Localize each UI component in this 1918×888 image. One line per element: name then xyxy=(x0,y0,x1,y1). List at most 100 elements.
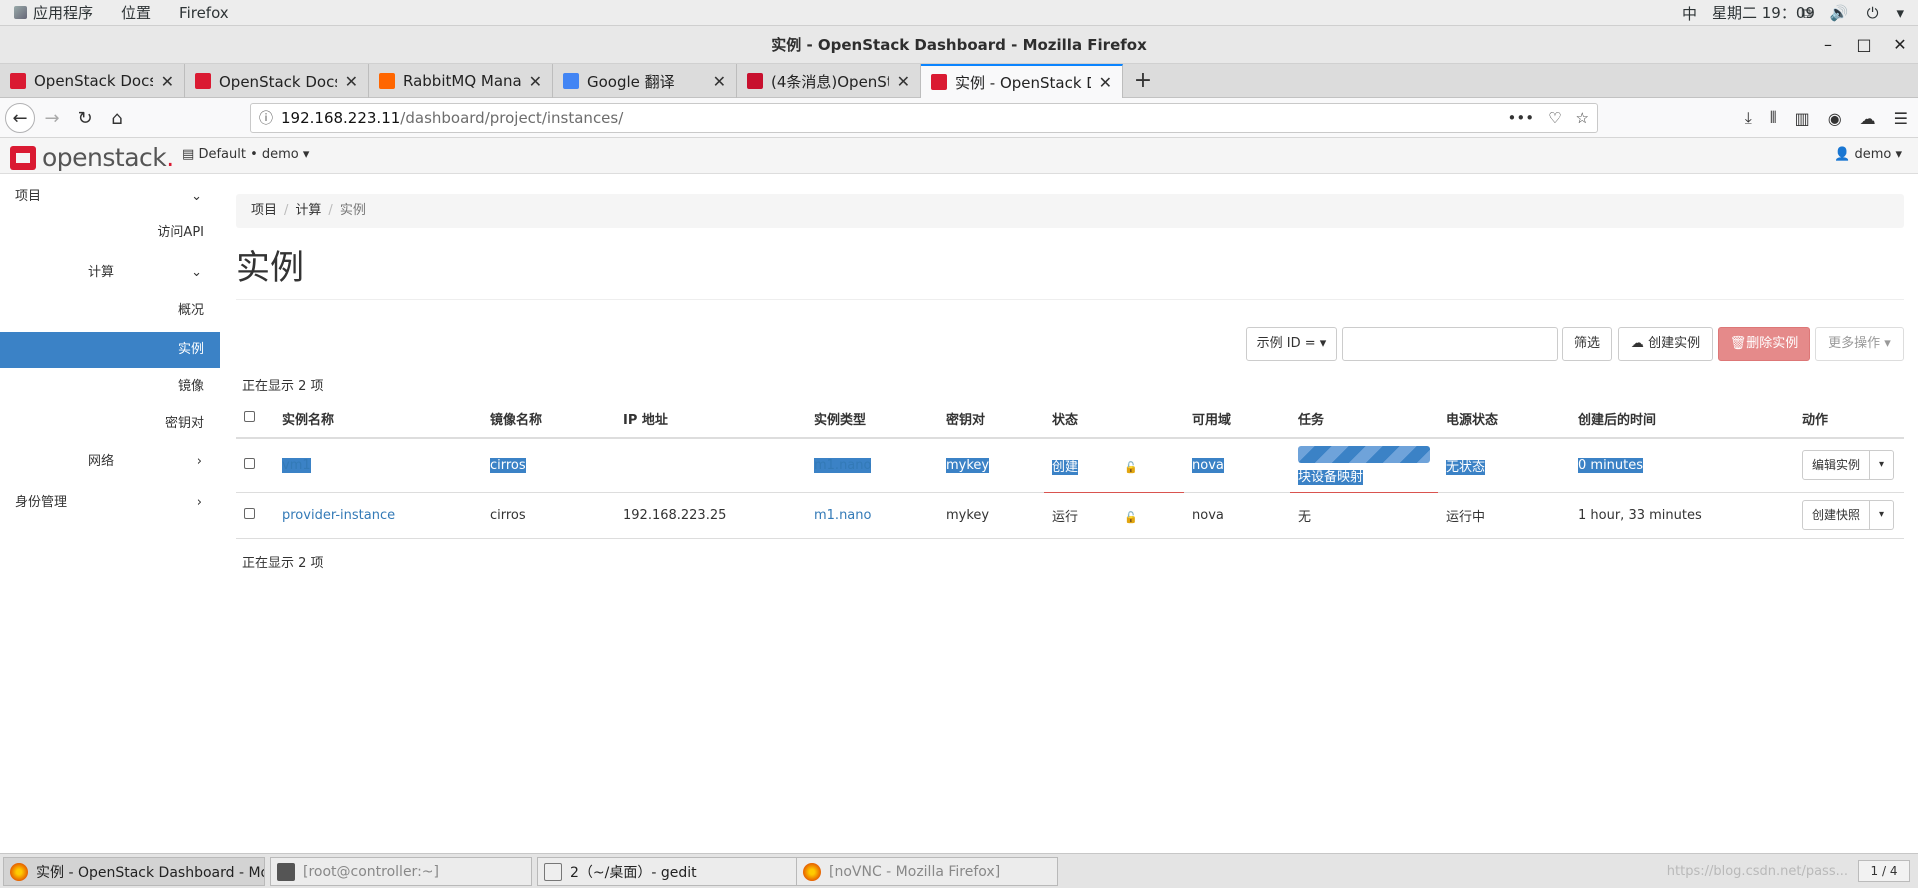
taskbar-item-novnc[interactable]: [noVNC - Mozilla Firefox] xyxy=(796,857,1058,886)
sidebar-icon[interactable]: ▥ xyxy=(1795,109,1810,128)
tab-google-translate[interactable]: Google 翻译 ✕ xyxy=(553,64,737,98)
cell-task: 块设备映射 xyxy=(1290,438,1438,493)
library-icon[interactable]: ⫴ xyxy=(1770,108,1777,128)
col-keypair[interactable]: 密钥对 xyxy=(938,400,1044,439)
flavor-link[interactable]: m1.nano xyxy=(814,457,872,473)
power-icon[interactable]: ⏻ xyxy=(1867,4,1879,22)
tab-close-icon[interactable]: ✕ xyxy=(529,72,542,91)
bookmark-star-icon[interactable]: ☆ xyxy=(1576,109,1589,127)
col-name[interactable]: 实例名称 xyxy=(274,400,482,439)
new-tab-button[interactable]: + xyxy=(1123,64,1163,98)
tab-csdn[interactable]: (4条消息)OpenStack Que ✕ xyxy=(737,64,921,98)
row-select-cell xyxy=(236,438,274,493)
more-actions-button[interactable]: 更多操作 ▾ xyxy=(1815,327,1904,361)
tab-close-icon[interactable]: ✕ xyxy=(713,72,726,91)
network-icon[interactable]: ⧉ xyxy=(1801,4,1812,22)
sidebar-item-network[interactable]: 网络 › xyxy=(0,450,220,474)
info-icon[interactable]: ⓘ xyxy=(251,108,281,128)
window-titlebar: 实例 - OpenStack Dashboard - Mozilla Firef… xyxy=(0,26,1918,64)
taskbar-item-firefox-dashboard[interactable]: 实例 - OpenStack Dashboard - Mo··· xyxy=(3,857,265,886)
sidebar-item-compute[interactable]: 计算 ⌄ xyxy=(0,261,220,285)
reload-button[interactable]: ↻ xyxy=(71,104,99,132)
sidebar-item-label: 密钥对 xyxy=(164,416,204,431)
delete-instance-button[interactable]: 🗑删除实例 xyxy=(1718,327,1810,361)
actions-dropdown-toggle[interactable]: ▾ xyxy=(1870,450,1895,481)
back-button[interactable]: ← xyxy=(5,103,35,133)
col-age[interactable]: 创建后的时间 xyxy=(1570,400,1794,439)
cell-az: nova xyxy=(1184,492,1290,539)
task-text: 块设备映射 xyxy=(1298,469,1364,485)
openstack-logo[interactable]: openstack. xyxy=(10,143,174,172)
actions-dropdown-toggle[interactable]: ▾ xyxy=(1870,500,1895,530)
tab-label: OpenStack Docs: 安装和配 xyxy=(219,72,337,91)
maximize-icon[interactable]: □ xyxy=(1846,26,1882,64)
firefox-app-menu[interactable]: Firefox xyxy=(165,0,243,26)
project-selector[interactable]: ▤ Default • demo ▾ xyxy=(182,147,309,162)
tab-rabbitmq[interactable]: RabbitMQ Management ✕ xyxy=(369,64,553,98)
az-name: nova xyxy=(1192,457,1224,473)
breadcrumb-compute[interactable]: 计算 xyxy=(295,203,321,218)
tab-close-icon[interactable]: ✕ xyxy=(1099,73,1112,92)
breadcrumb-project[interactable]: 项目 xyxy=(251,203,277,218)
col-az[interactable]: 可用域 xyxy=(1184,400,1290,439)
create-instance-button[interactable]: ☁ 创建实例 xyxy=(1618,327,1713,361)
forward-button[interactable]: → xyxy=(38,104,66,132)
extension-icon[interactable]: ☁ xyxy=(1860,109,1876,128)
user-menu[interactable]: 👤 demo ▾ xyxy=(1834,147,1902,162)
input-method-indicator[interactable]: 中 xyxy=(1682,3,1697,24)
row-checkbox[interactable] xyxy=(244,507,255,519)
instance-name-link[interactable]: vm1 xyxy=(282,457,311,473)
hamburger-menu-icon[interactable]: ☰ xyxy=(1894,109,1908,128)
filter-button[interactable]: 筛选 xyxy=(1562,327,1612,361)
filter-input[interactable] xyxy=(1342,327,1558,361)
sidebar-item-api-access[interactable]: 访问API xyxy=(0,221,220,245)
col-actions: 动作 xyxy=(1794,400,1904,439)
tab-openstack-install[interactable]: OpenStack Docs: Install a ✕ xyxy=(0,64,185,98)
tab-close-icon[interactable]: ✕ xyxy=(897,72,910,91)
home-button[interactable]: ⌂ xyxy=(103,104,131,132)
col-power[interactable]: 电源状态 xyxy=(1438,400,1570,439)
sidebar-item-identity[interactable]: 身份管理 › xyxy=(0,491,220,515)
download-icon[interactable]: ⤓ xyxy=(1745,108,1752,128)
close-icon[interactable]: ✕ xyxy=(1882,26,1918,64)
image-name: cirros xyxy=(490,457,526,473)
col-status[interactable]: 状态 xyxy=(1044,400,1184,439)
tab-instances-active[interactable]: 实例 - OpenStack Dashbo ✕ xyxy=(921,64,1123,98)
instance-name-link[interactable]: provider-instance xyxy=(282,508,395,523)
applications-menu[interactable]: 应用程序 xyxy=(0,0,107,26)
taskbar-item-terminal[interactable]: [root@controller:~] xyxy=(270,857,532,886)
edit-instance-button[interactable]: 编辑实例 xyxy=(1802,450,1871,481)
url-bar[interactable]: ⓘ 192.168.223.11/dashboard/project/insta… xyxy=(250,103,1598,133)
pocket-icon[interactable]: ♡ xyxy=(1548,109,1561,127)
cell-age: 0 minutes xyxy=(1570,438,1794,493)
tab-close-icon[interactable]: ✕ xyxy=(345,72,358,91)
tab-openstack-config[interactable]: OpenStack Docs: 安装和配 ✕ xyxy=(185,64,369,98)
chevron-down-icon[interactable]: ▾ xyxy=(1896,4,1904,22)
col-flavor[interactable]: 实例类型 xyxy=(806,400,938,439)
taskbar-item-gedit[interactable]: 2（~/桌面）- gedit xyxy=(537,857,799,886)
col-task[interactable]: 任务 xyxy=(1290,400,1438,439)
create-snapshot-button[interactable]: 创建快照 xyxy=(1802,500,1871,530)
filter-field-dropdown[interactable]: 示例 ID = ▾ xyxy=(1246,327,1337,361)
places-menu[interactable]: 位置 xyxy=(107,0,165,26)
sidebar-item-overview[interactable]: 概况 xyxy=(0,299,220,323)
workspace-pager[interactable]: 1 / 4 xyxy=(1858,860,1910,882)
minimize-icon[interactable]: – xyxy=(1810,26,1846,64)
col-image[interactable]: 镜像名称 xyxy=(482,400,615,439)
sidebar-item-instances[interactable]: 实例 xyxy=(0,332,220,368)
sidebar-item-images[interactable]: 镜像 xyxy=(0,375,220,399)
col-ip[interactable]: IP 地址 xyxy=(615,400,806,439)
page-actions-icon[interactable]: ••• xyxy=(1508,109,1535,127)
flavor-link[interactable]: m1.nano xyxy=(814,508,871,523)
tab-close-icon[interactable]: ✕ xyxy=(161,72,174,91)
cell-actions: 编辑实例 ▾ xyxy=(1794,438,1904,493)
row-checkbox[interactable] xyxy=(244,457,255,469)
select-all-checkbox[interactable] xyxy=(244,411,255,422)
volume-icon[interactable]: 🔊 xyxy=(1830,4,1849,22)
url-host: 192.168.223.11 xyxy=(281,109,401,127)
account-icon[interactable]: ◉ xyxy=(1828,109,1842,128)
task-progress-bar xyxy=(1298,445,1430,463)
clock[interactable]: 星期二 19：09 xyxy=(1712,0,1815,26)
sidebar-item-project[interactable]: 项目 ⌄ xyxy=(0,185,220,209)
sidebar-item-keypairs[interactable]: 密钥对 xyxy=(0,412,220,436)
